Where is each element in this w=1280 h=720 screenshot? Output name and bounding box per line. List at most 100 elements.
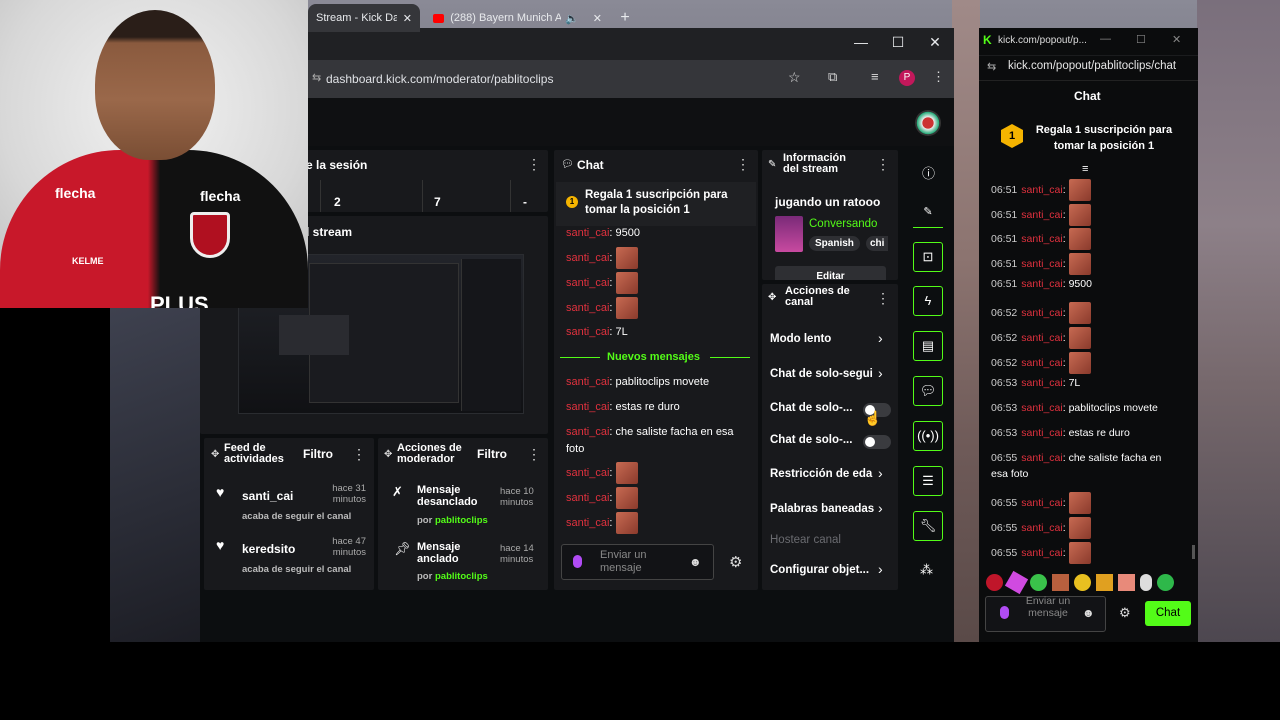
close-window-icon[interactable]: ✕ bbox=[924, 34, 946, 54]
emote-image[interactable] bbox=[615, 487, 638, 509]
chat-username[interactable]: santi_cai bbox=[566, 277, 609, 289]
tag-pill[interactable]: Spanish bbox=[809, 236, 860, 251]
menu-item-followers-only[interactable]: Chat de solo-segui bbox=[770, 368, 874, 380]
popout-pinned-message[interactable]: Regala 1 suscripción para tomar la posic… bbox=[1032, 122, 1176, 154]
drag-handle-icon[interactable]: ✥ bbox=[768, 292, 776, 303]
menu-item-banned-words[interactable]: Palabras baneadas bbox=[770, 503, 874, 515]
chat-username[interactable]: santi_cai bbox=[566, 426, 609, 438]
emote-image[interactable] bbox=[1068, 253, 1091, 275]
chat-username[interactable]: santi_cai bbox=[1021, 452, 1062, 464]
chat-username[interactable]: santi_cai bbox=[566, 302, 609, 314]
collapse-icon[interactable]: ≡ bbox=[1082, 163, 1088, 175]
emote-image[interactable] bbox=[1068, 302, 1091, 324]
emote-icon[interactable] bbox=[1052, 573, 1069, 591]
emote-icon[interactable] bbox=[1096, 573, 1113, 591]
close-window-icon[interactable]: ✕ bbox=[1172, 33, 1181, 46]
chat-username[interactable]: santi_cai bbox=[1021, 332, 1062, 344]
apps-icon[interactable]: ⁂ bbox=[920, 562, 933, 578]
chat-username[interactable]: santi_cai bbox=[1021, 547, 1062, 559]
emote-image[interactable] bbox=[615, 247, 638, 269]
emote-image[interactable] bbox=[1068, 204, 1091, 226]
emote-image[interactable] bbox=[1068, 352, 1091, 374]
chat-username[interactable]: santi_cai bbox=[566, 227, 609, 239]
scrollbar[interactable] bbox=[1192, 545, 1195, 559]
settings-gear-icon[interactable]: ⚙ bbox=[729, 553, 742, 571]
emote-icon[interactable] bbox=[986, 573, 1003, 591]
layout-icon[interactable]: ☰ bbox=[913, 466, 943, 496]
filter-button[interactable]: Filtro bbox=[303, 447, 333, 461]
chat-username[interactable]: santi_cai bbox=[566, 326, 609, 338]
drag-handle-icon[interactable]: ✥ bbox=[384, 449, 392, 460]
microphone-icon[interactable] bbox=[1000, 606, 1009, 619]
chat-username[interactable]: santi_cai bbox=[566, 517, 609, 529]
site-info-icon[interactable]: ⇆ bbox=[312, 71, 321, 84]
more-options-icon[interactable]: ⋮ bbox=[876, 290, 890, 307]
chat-username[interactable]: santi_cai bbox=[566, 376, 609, 388]
emote-icon[interactable] bbox=[1140, 573, 1152, 591]
mod-action-by[interactable]: pablitoclips bbox=[435, 515, 488, 526]
minimize-icon[interactable]: — bbox=[850, 34, 872, 54]
chat-username[interactable]: santi_cai bbox=[1021, 497, 1062, 509]
chat-username[interactable]: santi_cai bbox=[1021, 209, 1062, 221]
emote-image[interactable] bbox=[1068, 228, 1091, 250]
chat-username[interactable]: santi_cai bbox=[566, 467, 609, 479]
chat-username[interactable]: santi_cai bbox=[1021, 522, 1062, 534]
chat-username[interactable]: santi_cai bbox=[1021, 427, 1062, 439]
broadcast-icon[interactable]: ((•)) bbox=[913, 421, 943, 451]
profile-avatar[interactable]: P bbox=[899, 70, 915, 86]
popout-url[interactable]: kick.com/popout/pablitoclips/chat bbox=[1008, 60, 1176, 72]
toggle-switch[interactable] bbox=[863, 435, 891, 449]
user-avatar[interactable] bbox=[915, 110, 941, 136]
chat-username[interactable]: santi_cai bbox=[1021, 184, 1062, 196]
chat-username[interactable]: santi_cai bbox=[1021, 307, 1062, 319]
media-control-icon[interactable]: ≡ bbox=[871, 69, 879, 84]
document-icon[interactable]: ▤ bbox=[913, 331, 943, 361]
emote-image[interactable] bbox=[1068, 179, 1091, 201]
emote-image[interactable] bbox=[1068, 542, 1091, 564]
extensions-icon[interactable]: ⧉ bbox=[828, 69, 837, 85]
maximize-icon[interactable]: ☐ bbox=[887, 34, 909, 54]
emote-image[interactable] bbox=[615, 462, 638, 484]
mod-action-by[interactable]: pablitoclips bbox=[435, 571, 488, 582]
tag-pill[interactable]: chi bbox=[866, 236, 888, 251]
emote-image[interactable] bbox=[615, 512, 638, 534]
settings-gear-icon[interactable]: ⚙ bbox=[1119, 605, 1131, 621]
emote-icon[interactable] bbox=[1074, 573, 1091, 591]
microphone-icon[interactable] bbox=[573, 555, 582, 568]
category-name[interactable]: Conversando bbox=[809, 218, 877, 230]
chat-username[interactable]: santi_cai bbox=[1021, 402, 1062, 414]
filter-button[interactable]: Filtro bbox=[477, 447, 507, 461]
emote-icon[interactable] bbox=[1118, 573, 1135, 591]
more-options-icon[interactable]: ⋮ bbox=[527, 156, 541, 173]
menu-item-age-restriction[interactable]: Restricción de eda bbox=[770, 468, 874, 480]
browser-menu-icon[interactable]: ⋮ bbox=[932, 69, 945, 85]
chat-username[interactable]: santi_cai bbox=[1021, 258, 1062, 270]
close-icon[interactable]: ✕ bbox=[403, 12, 412, 25]
category-thumbnail[interactable] bbox=[775, 216, 803, 252]
info-icon[interactable]: ⓘ bbox=[922, 163, 935, 182]
wrench-icon[interactable]: 🔧︎ bbox=[913, 511, 943, 541]
emoji-icon[interactable]: ☻ bbox=[689, 555, 702, 569]
address-bar[interactable]: dashboard.kick.com/moderator/pablitoclip… bbox=[302, 68, 772, 90]
chat-username[interactable]: santi_cai bbox=[566, 401, 609, 413]
bookmark-star-icon[interactable]: ☆ bbox=[788, 69, 801, 86]
emote-image[interactable] bbox=[1068, 492, 1091, 514]
tab-kick-dashboard[interactable]: Stream - Kick Dash ✕ bbox=[308, 4, 420, 32]
emoji-icon[interactable]: ☻ bbox=[1082, 606, 1095, 620]
menu-item-slow-mode[interactable]: Modo lento bbox=[770, 333, 892, 345]
chat-username[interactable]: santi_cai bbox=[566, 252, 609, 264]
more-options-icon[interactable]: ⋮ bbox=[527, 446, 541, 463]
new-tab-button[interactable]: + bbox=[612, 4, 638, 32]
clip-icon[interactable]: ⊡ bbox=[913, 242, 943, 272]
more-options-icon[interactable]: ⋮ bbox=[876, 156, 890, 173]
site-info-icon[interactable]: ⇆ bbox=[987, 60, 996, 73]
emote-image[interactable] bbox=[615, 272, 638, 294]
speaker-icon[interactable]: 🔈 bbox=[565, 12, 579, 25]
more-options-icon[interactable]: ⋮ bbox=[352, 446, 366, 463]
menu-item-configure-goals[interactable]: Configurar objet... bbox=[770, 564, 874, 576]
emote-image[interactable] bbox=[615, 297, 638, 319]
emote-icon[interactable] bbox=[1157, 573, 1174, 591]
chat-username[interactable]: santi_cai bbox=[1021, 278, 1062, 290]
edit-icon[interactable]: ✎ bbox=[913, 200, 943, 228]
more-options-icon[interactable]: ⋮ bbox=[736, 156, 750, 173]
